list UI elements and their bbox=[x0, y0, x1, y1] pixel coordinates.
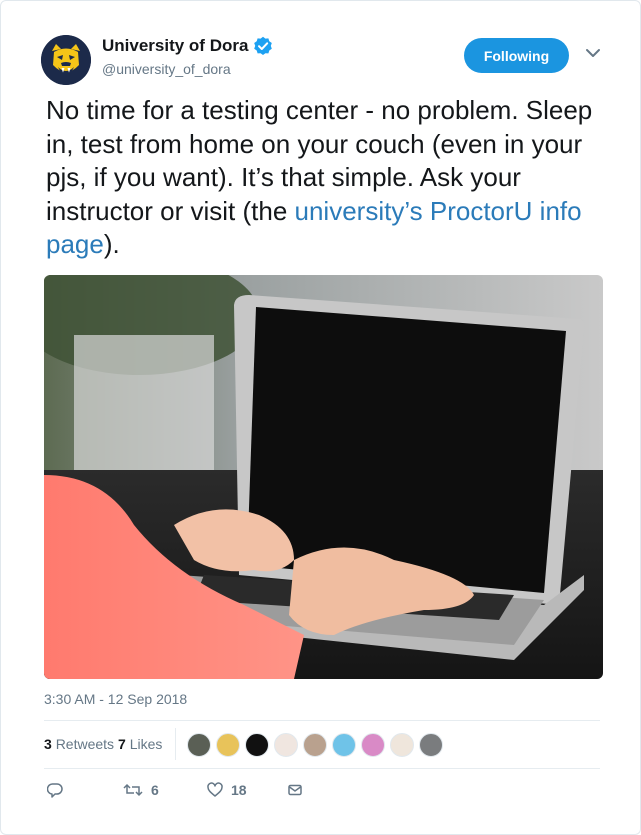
retweet-count: 6 bbox=[151, 782, 159, 798]
verified-badge-icon bbox=[253, 36, 273, 56]
liker-avatar-7[interactable] bbox=[361, 733, 385, 757]
heart-icon bbox=[207, 782, 223, 798]
likers-avatars bbox=[187, 733, 448, 757]
tweet-text: No time for a testing center - no proble… bbox=[46, 94, 606, 262]
reply-button[interactable] bbox=[47, 782, 63, 798]
account-handle[interactable]: @university_of_dora bbox=[102, 61, 231, 77]
liker-avatar-4[interactable] bbox=[274, 733, 298, 757]
retweets-stat[interactable]: 3 Retweets bbox=[44, 736, 114, 752]
tweet-actions: 6 18 bbox=[44, 782, 600, 804]
retweet-icon bbox=[123, 782, 143, 798]
direct-message-icon bbox=[287, 782, 303, 798]
divider bbox=[44, 768, 600, 769]
account-name-row[interactable]: University of Dora bbox=[102, 36, 273, 56]
tweet-card: University of Dora @university_of_dora F… bbox=[0, 0, 641, 835]
engagement-stats: 3 Retweets 7 Likes bbox=[44, 736, 162, 752]
reply-icon bbox=[47, 782, 63, 798]
laptop-typing-photo[interactable] bbox=[44, 275, 603, 679]
retweet-button[interactable]: 6 bbox=[123, 782, 159, 798]
tweet-timestamp[interactable]: 3:30 AM - 12 Sep 2018 bbox=[44, 691, 187, 707]
liker-avatar-3[interactable] bbox=[245, 733, 269, 757]
like-button[interactable]: 18 bbox=[207, 782, 247, 798]
liker-avatar-6[interactable] bbox=[332, 733, 356, 757]
liker-avatar-8[interactable] bbox=[390, 733, 414, 757]
chevron-down-icon[interactable] bbox=[585, 45, 601, 61]
liker-avatar-2[interactable] bbox=[216, 733, 240, 757]
likes-stat[interactable]: 7 Likes bbox=[118, 736, 162, 752]
bulldog-logo-icon[interactable] bbox=[41, 35, 91, 85]
liker-avatar-1[interactable] bbox=[187, 733, 211, 757]
tweet-text-end: ). bbox=[103, 229, 120, 259]
display-name[interactable]: University of Dora bbox=[102, 36, 248, 56]
liker-avatar-5[interactable] bbox=[303, 733, 327, 757]
direct-message-button[interactable] bbox=[287, 782, 303, 798]
liker-avatar-9[interactable] bbox=[419, 733, 443, 757]
divider bbox=[44, 720, 600, 721]
like-count: 18 bbox=[231, 782, 247, 798]
stats-divider bbox=[175, 728, 176, 760]
following-button[interactable]: Following bbox=[464, 38, 569, 73]
